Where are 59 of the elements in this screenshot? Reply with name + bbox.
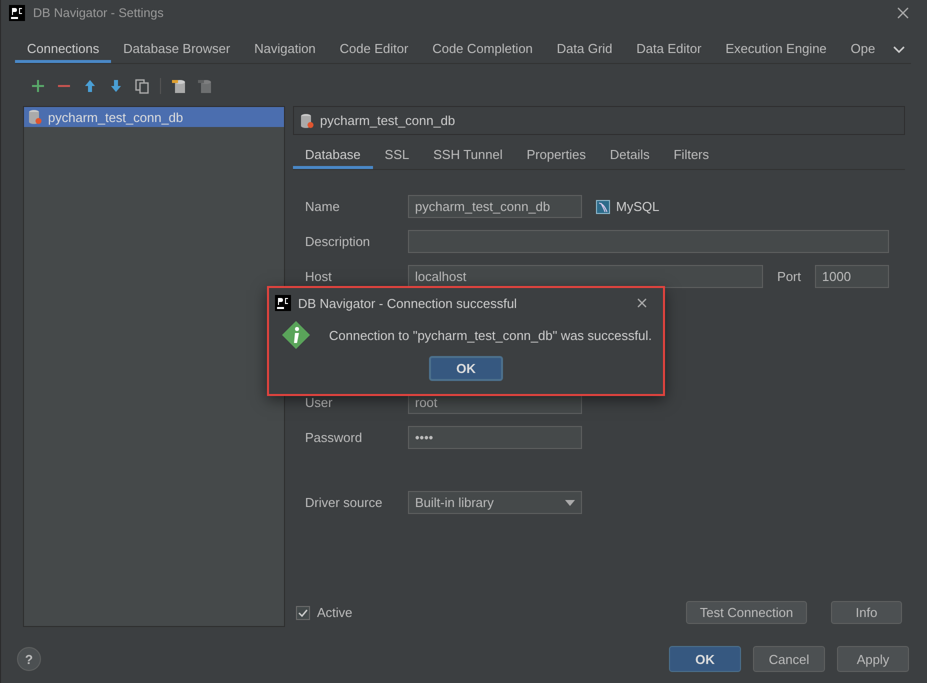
tab[interactable]: SSH Tunnel (421, 143, 515, 169)
field-label: Port (777, 269, 801, 284)
connection-title: pycharm_test_conn_db (320, 113, 456, 128)
tab[interactable]: SSL (372, 143, 422, 169)
password-field[interactable]: •••• (408, 426, 582, 449)
field-label: Host (305, 269, 333, 284)
dialog-button[interactable]: Apply (837, 646, 909, 672)
tab[interactable]: Navigation (242, 36, 328, 63)
copy-icon[interactable] (134, 78, 150, 94)
name-field[interactable]: pycharm_test_conn_db (408, 195, 582, 218)
app-logo-icon (9, 5, 25, 21)
tab[interactable]: Database (293, 143, 373, 169)
tab[interactable]: Ope (838, 36, 888, 63)
app-logo-icon (275, 295, 291, 311)
database-icon (28, 109, 42, 125)
description-field[interactable] (408, 230, 889, 253)
dialog-message: Connection to "pycharm_test_conn_db" was successful. (329, 328, 652, 342)
tab[interactable]: Properties (514, 143, 598, 169)
tab[interactable]: Data Grid (544, 36, 624, 63)
tab[interactable]: Connections (15, 36, 112, 63)
database-type: MySQL (616, 199, 660, 214)
connection-item[interactable]: pycharm_test_conn_db (24, 107, 284, 127)
chevron-down-icon[interactable] (893, 46, 905, 54)
dialog-button[interactable]: Cancel (753, 646, 825, 672)
info-button[interactable]: Info (831, 601, 902, 624)
database-icon (300, 112, 314, 128)
window-title: DB Navigator - Settings (33, 6, 164, 20)
close-icon[interactable] (637, 298, 647, 308)
help-button[interactable]: ? (17, 647, 41, 671)
port-field[interactable]: 1000 (815, 265, 889, 288)
arrow-down-icon[interactable] (108, 78, 124, 94)
tab[interactable]: Code Completion (420, 36, 545, 63)
tab[interactable]: Execution Engine (713, 36, 839, 63)
field-label: User (305, 395, 334, 410)
checkbox[interactable] (296, 606, 310, 620)
dialog-title: DB Navigator - Connection successful (298, 296, 517, 310)
tab[interactable]: Code Editor (328, 36, 420, 63)
field-label: Description (305, 234, 372, 249)
tab[interactable]: Filters (662, 143, 721, 169)
field-label: Driver source (305, 495, 384, 510)
driver-source-dropdown[interactable]: Built-in library (408, 491, 582, 514)
test-connection-button[interactable]: Test Connection (686, 601, 807, 624)
arrow-up-icon[interactable] (82, 78, 98, 94)
info-icon (281, 320, 311, 350)
checkbox-label: Active (317, 605, 352, 620)
check-icon (298, 608, 308, 616)
tab[interactable]: Database Browser (111, 36, 242, 63)
field-label: Password (305, 430, 364, 445)
dropdown-arrow-icon (565, 500, 575, 506)
tab[interactable]: Details (598, 143, 662, 169)
ok-button[interactable]: OK (429, 356, 503, 381)
database-import-icon[interactable] (171, 78, 187, 94)
field-label: Name (305, 199, 341, 214)
close-icon[interactable] (897, 7, 909, 19)
dolphin-icon (596, 200, 610, 214)
ok-button[interactable]: OK (669, 646, 741, 672)
tab[interactable]: Data Editor (624, 36, 714, 63)
host-field[interactable]: localhost (408, 265, 764, 288)
plus-icon[interactable] (30, 78, 46, 94)
